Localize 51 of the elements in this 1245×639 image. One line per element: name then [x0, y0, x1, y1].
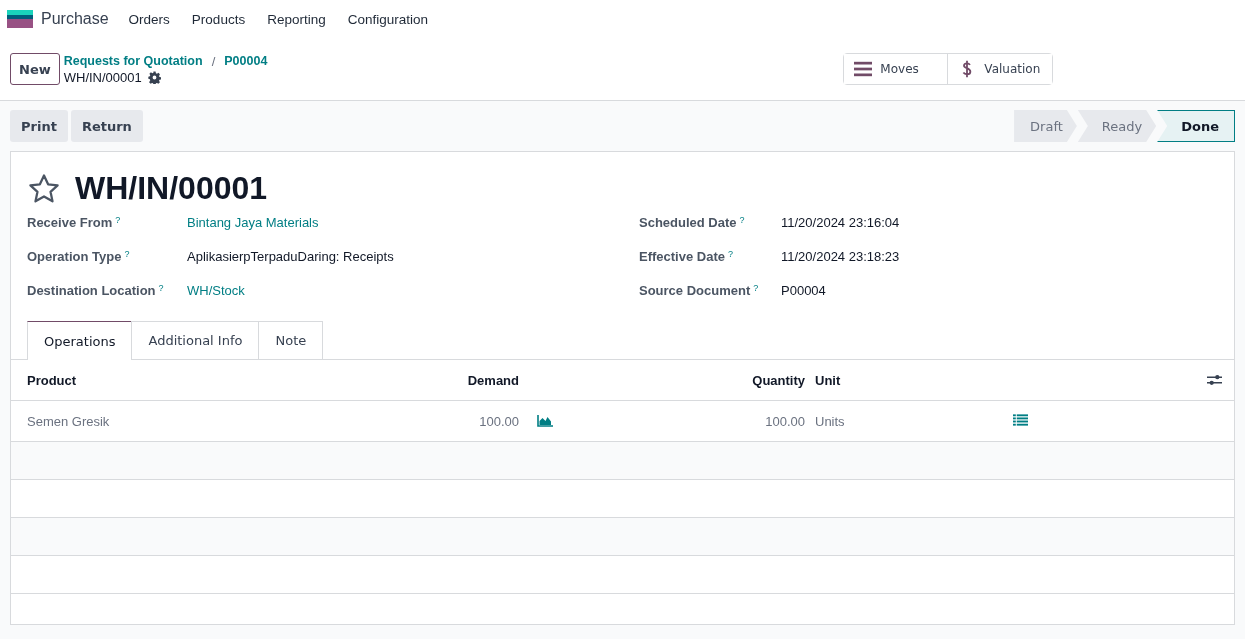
field-value: 11/20/2024 23:16:04	[781, 215, 900, 230]
breadcrumb-link[interactable]: Requests for Quotation	[63, 54, 203, 68]
action-button[interactable]: Return	[70, 110, 143, 142]
status-stage[interactable]: Draft	[1014, 110, 1077, 142]
help-mark[interactable]: ?	[753, 283, 759, 293]
detail-list-icon[interactable]	[1013, 413, 1028, 426]
help-mark[interactable]: ?	[124, 249, 130, 259]
list-icon	[854, 60, 873, 78]
field-label: Destination Location	[27, 283, 156, 298]
column-header[interactable]: Product	[27, 372, 347, 388]
column-header[interactable]: Unit	[805, 372, 1013, 388]
table-cell-text: Semen Gresik	[27, 413, 111, 429]
gear-icon[interactable]	[147, 70, 161, 84]
status-stage[interactable]: Done	[1157, 110, 1235, 142]
field-value[interactable]: WH/Stock	[187, 283, 245, 298]
table-cell-text: 100.00	[764, 413, 805, 429]
help-mark[interactable]: ?	[739, 215, 745, 225]
area-chart-icon[interactable]	[537, 415, 553, 427]
field-label: Receive From	[27, 215, 113, 230]
field-value: AplikasierpTerpaduDaring: Receipts	[187, 249, 394, 264]
current-record: WH/IN/00001	[63, 69, 142, 85]
table-cell-text: 100.00	[478, 413, 519, 429]
breadcrumb-separator: /	[211, 53, 216, 69]
menu-item[interactable]: Reporting	[267, 11, 326, 27]
field-label: Source Document	[639, 283, 751, 298]
app-logo-icon[interactable]	[7, 10, 33, 28]
field-value: P00004	[781, 283, 826, 298]
smart-button[interactable]: Moves	[844, 54, 949, 84]
menu-item[interactable]: Configuration	[347, 11, 428, 27]
column-header[interactable]: Quantity	[571, 372, 805, 388]
menu-item[interactable]: Products	[191, 11, 246, 27]
field-value[interactable]: Bintang Jaya Materials	[187, 215, 319, 230]
status-stage[interactable]: Ready	[1077, 110, 1157, 142]
action-button[interactable]: Print	[10, 110, 68, 142]
tab[interactable]: Operations	[27, 321, 133, 360]
breadcrumb-link[interactable]: P00004	[224, 54, 268, 68]
column-header[interactable]: Demand	[347, 372, 519, 388]
app-name[interactable]: Purchase	[41, 10, 109, 28]
help-mark[interactable]: ?	[158, 283, 164, 293]
menu-item[interactable]: Orders	[128, 11, 170, 27]
help-mark[interactable]: ?	[115, 215, 121, 225]
help-mark[interactable]: ?	[728, 249, 733, 259]
field-label: Operation Type	[27, 249, 122, 264]
new-button[interactable]: New	[10, 53, 60, 85]
record-title: WH/IN/00001	[75, 170, 268, 207]
table-cell-text: Units	[814, 413, 846, 429]
field-value: 11/20/2024 23:18:23	[781, 249, 900, 264]
settings-icon[interactable]	[1207, 373, 1222, 387]
field-label: Scheduled Date	[639, 215, 737, 230]
tab[interactable]: Note	[258, 321, 324, 359]
field-label: Effective Date	[639, 249, 725, 264]
